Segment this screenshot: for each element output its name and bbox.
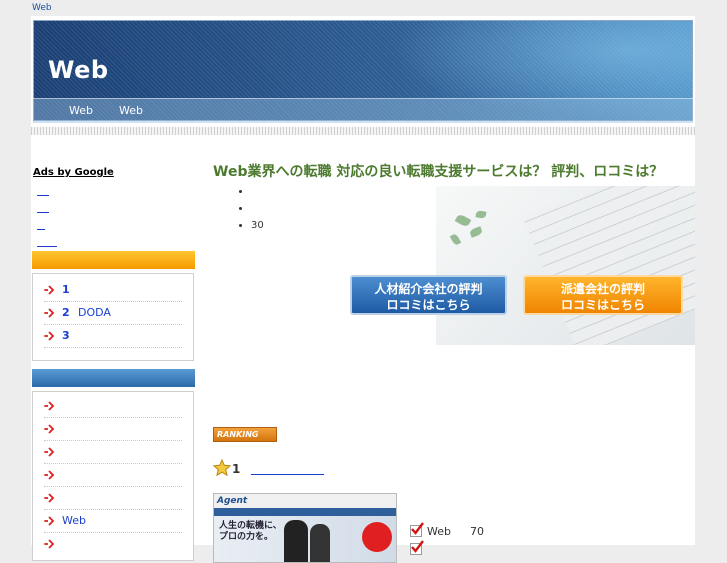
category-label: Web [62, 514, 86, 527]
service-logo: Agent [217, 496, 248, 506]
breadcrumb-link[interactable]: Web [32, 3, 52, 13]
badge-icon [362, 522, 392, 552]
staffing-reviews-button[interactable]: 派遣会社の評判 ロコミはこちら [523, 275, 683, 315]
list-item [251, 183, 264, 200]
header-divider [31, 127, 695, 135]
sidebar-rank-num: 2 [62, 306, 70, 319]
category-box-header [32, 369, 195, 387]
arrow-icon [44, 331, 55, 341]
ad-link-4[interactable] [37, 246, 57, 247]
nav-item-1[interactable]: Web [69, 104, 93, 117]
arrow-icon [44, 493, 55, 503]
page-headline: Web業界への転職 対応の良い転職支援サービスは？ 評判、ロコミは？ [213, 164, 664, 180]
list-item: 30 [251, 217, 264, 234]
feature-value: 70 [470, 525, 484, 538]
sidebar-rank-num: 3 [62, 329, 70, 342]
arrow-icon [44, 308, 55, 318]
sidebar-rank-2[interactable]: 2 DODA [44, 302, 182, 325]
rank-number: 1 [232, 462, 241, 476]
rank-1-link[interactable] [251, 474, 324, 475]
arrow-icon [44, 447, 55, 457]
category-item[interactable] [44, 464, 182, 487]
category-box: Web [32, 391, 194, 561]
page-container: Web Web Web Ads by Google 1 2 DODA 3 Web… [31, 16, 695, 563]
ad-link-2[interactable] [37, 212, 49, 213]
list-item [251, 200, 264, 217]
main-nav: Web Web [33, 98, 693, 123]
check-icon [410, 522, 424, 537]
arrow-icon [44, 401, 55, 411]
category-item[interactable] [44, 487, 182, 510]
arrow-icon [44, 285, 55, 295]
arrow-icon [44, 424, 55, 434]
ad-link-3[interactable] [37, 229, 45, 230]
sidebar-rank-num: 1 [62, 283, 70, 296]
nav-item-2[interactable]: Web [119, 104, 143, 117]
category-item[interactable] [44, 395, 182, 418]
recruiter-reviews-button[interactable]: 人材紹介会社の評判 ロコミはこちら [350, 275, 507, 315]
arrow-icon [44, 539, 55, 549]
site-title[interactable]: Web [48, 56, 109, 84]
sidebar-rank-label: DODA [78, 306, 111, 319]
ads-title[interactable]: Ads by Google [33, 167, 114, 178]
category-item[interactable] [44, 418, 182, 441]
keyboard-graphic [522, 186, 695, 345]
hero-image [436, 186, 695, 345]
service-screenshot[interactable]: Agent 人生の転機に、 プロの力を。 [213, 493, 397, 563]
intro-list: 30 [233, 183, 264, 234]
screenshot-copy: 人生の転機に、 プロの力を。 [219, 521, 282, 542]
category-item-web[interactable]: Web [44, 510, 182, 533]
ranking-box-header [32, 251, 195, 269]
star-icon [213, 459, 231, 477]
arrow-icon [44, 516, 55, 526]
ranking-box: 1 2 DODA 3 [32, 273, 194, 361]
category-item[interactable] [44, 441, 182, 464]
category-item[interactable] [44, 533, 182, 555]
arrow-icon [44, 470, 55, 480]
ad-link-1[interactable] [37, 195, 49, 196]
sidebar-rank-1[interactable]: 1 [44, 279, 182, 302]
sidebar-rank-3[interactable]: 3 [44, 325, 182, 348]
ranking-badge: RANKING [213, 427, 277, 442]
feature-text: Web [427, 525, 451, 538]
